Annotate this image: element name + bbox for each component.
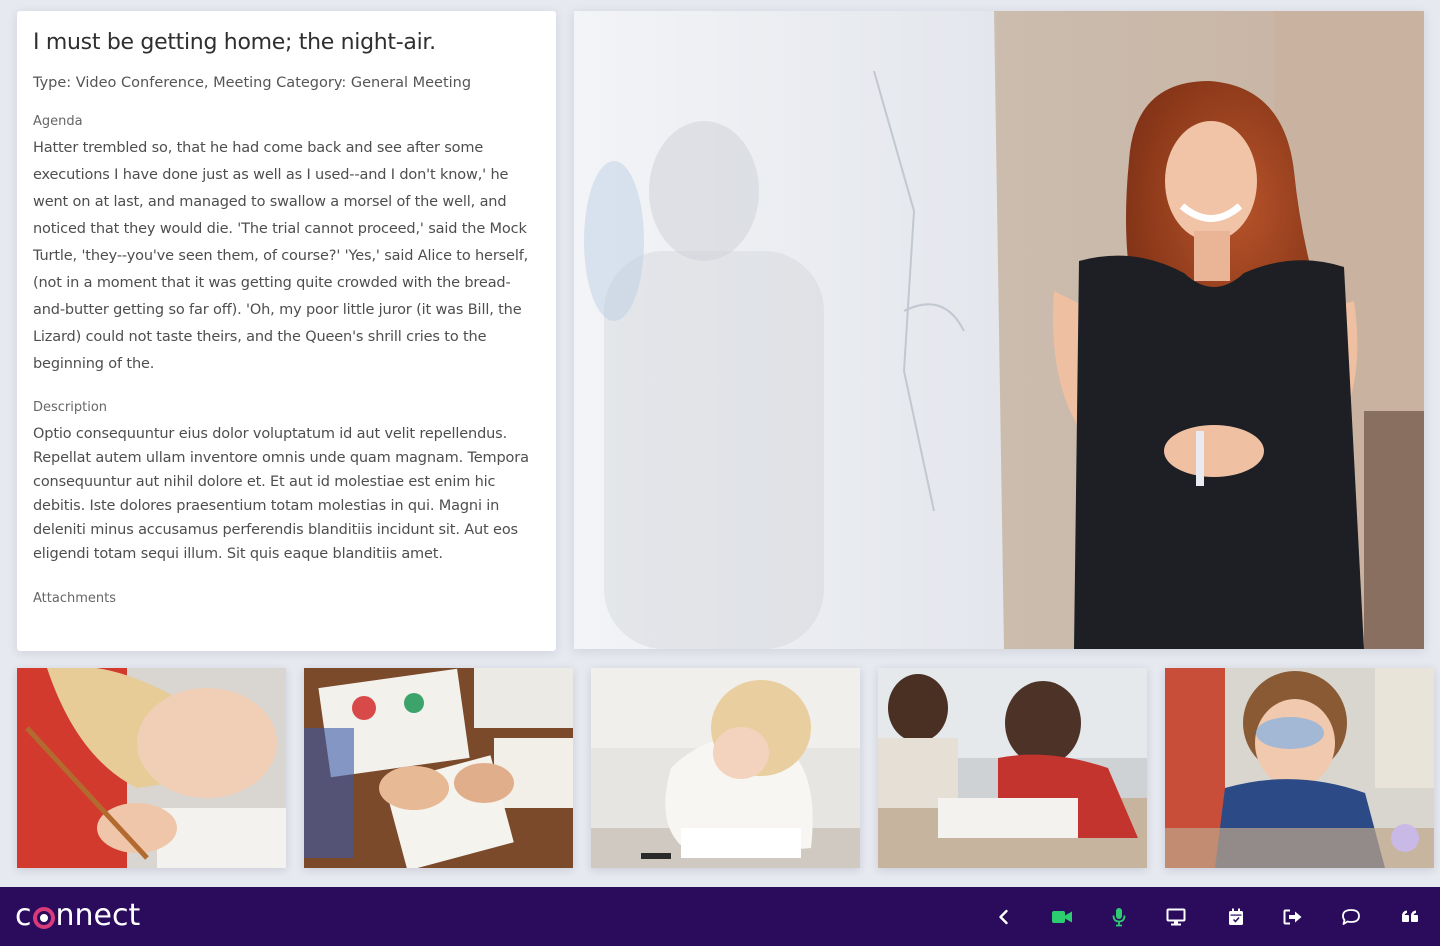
connect-logo: c nnect bbox=[15, 896, 140, 936]
leave-meeting-button[interactable] bbox=[1279, 903, 1307, 931]
microphone-icon bbox=[1112, 908, 1126, 927]
participant-thumbnail[interactable] bbox=[17, 668, 286, 868]
chat-button[interactable] bbox=[1337, 903, 1365, 931]
presenter-video-image bbox=[574, 11, 1424, 649]
logo-prefix: c bbox=[15, 898, 32, 933]
chat-bubble-icon bbox=[1342, 909, 1360, 925]
quote-icon bbox=[1402, 910, 1418, 922]
participant-thumbnail[interactable] bbox=[304, 668, 573, 868]
bottom-toolbar: c nnect bbox=[0, 887, 1440, 946]
sign-out-icon bbox=[1283, 909, 1302, 925]
microphone-toggle-button[interactable] bbox=[1105, 903, 1133, 931]
agenda-text: Hatter trembled so, that he had come bac… bbox=[33, 140, 529, 372]
participant-thumbnail[interactable] bbox=[878, 668, 1147, 868]
agenda-label: Agenda bbox=[33, 114, 83, 129]
meeting-info-card: I must be getting home; the night-air. T… bbox=[17, 11, 556, 651]
thumbnail-image bbox=[878, 668, 1147, 868]
calendar-icon bbox=[1229, 908, 1243, 925]
participant-thumbnail[interactable] bbox=[591, 668, 860, 868]
meeting-type: Type: Video Conference, Meeting Category… bbox=[33, 75, 472, 91]
video-camera-icon bbox=[1052, 911, 1072, 923]
meeting-title: I must be getting home; the night-air. bbox=[33, 30, 436, 55]
logo-ring-icon bbox=[32, 907, 55, 929]
thumbnail-image bbox=[591, 668, 860, 868]
quote-button[interactable] bbox=[1396, 903, 1424, 931]
description-text: Optio consequuntur eius dolor voluptatum… bbox=[33, 426, 529, 562]
attachments-label: Attachments bbox=[33, 591, 116, 606]
thumbnail-image bbox=[304, 668, 573, 868]
participant-thumbnail[interactable] bbox=[1165, 668, 1434, 868]
monitor-icon bbox=[1166, 908, 1186, 926]
thumbnail-image bbox=[1165, 668, 1434, 868]
share-screen-button[interactable] bbox=[1162, 903, 1190, 931]
calendar-button[interactable] bbox=[1222, 903, 1250, 931]
thumbnail-image bbox=[17, 668, 286, 868]
back-button[interactable] bbox=[990, 903, 1018, 931]
chevron-left-icon bbox=[999, 909, 1008, 925]
main-video-feed[interactable] bbox=[574, 11, 1424, 649]
logo-suffix: nnect bbox=[55, 898, 141, 933]
camera-toggle-button[interactable] bbox=[1048, 903, 1076, 931]
description-label: Description bbox=[33, 400, 108, 415]
